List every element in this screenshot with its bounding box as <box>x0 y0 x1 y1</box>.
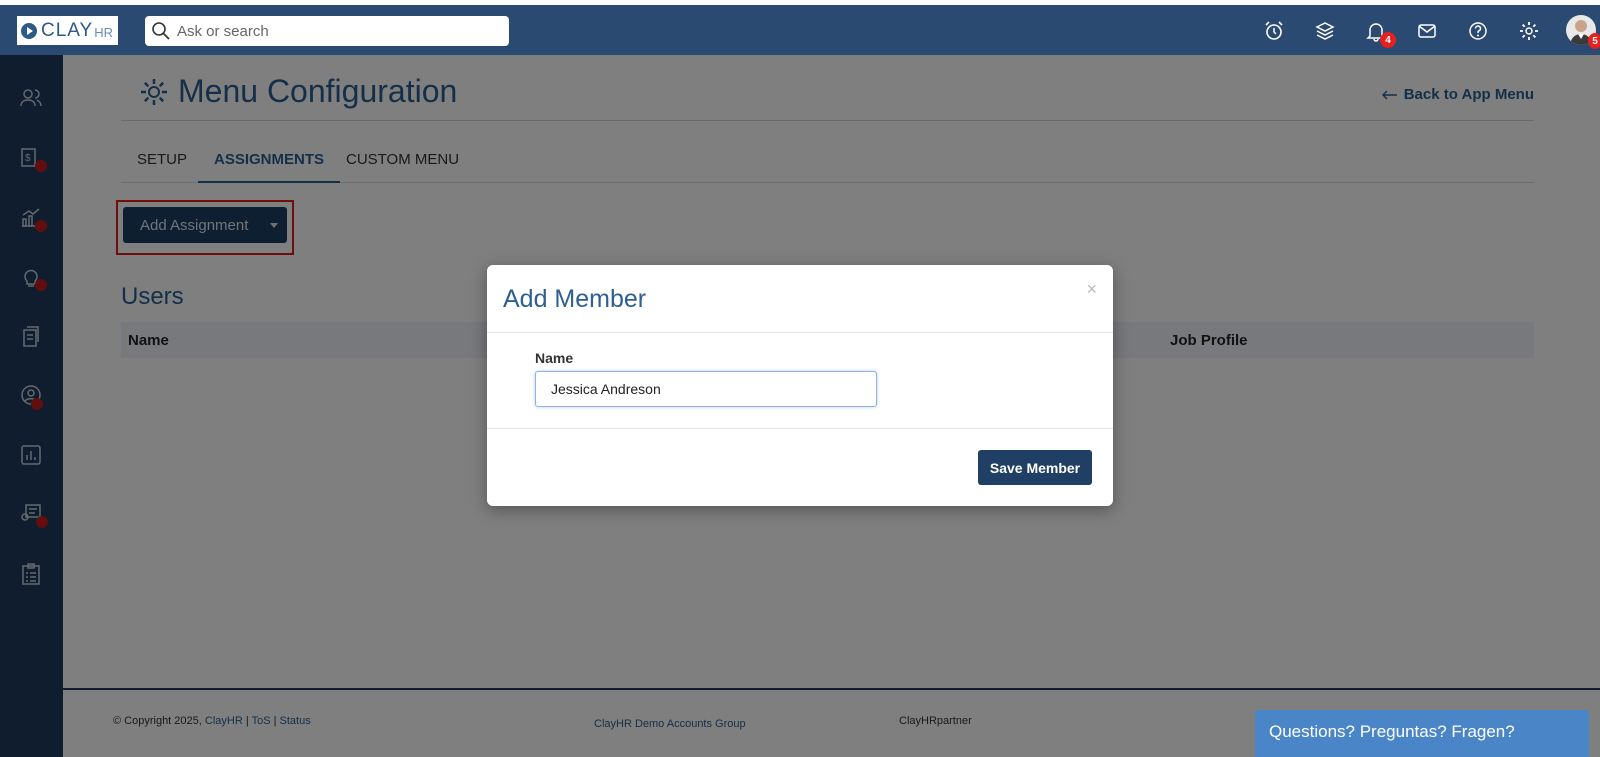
search-box[interactable] <box>145 16 509 46</box>
modal-title: Add Member <box>503 285 647 313</box>
add-member-modal: Add Member × Name Save Member <box>487 265 1113 506</box>
search-input[interactable] <box>177 22 477 40</box>
layers-icon[interactable] <box>1313 19 1337 43</box>
modal-divider <box>487 332 1113 333</box>
notification-badge: 4 <box>1380 32 1396 48</box>
name-field[interactable] <box>535 371 877 407</box>
name-field-label: Name <box>535 350 574 366</box>
logo-sub: HR <box>94 25 114 40</box>
alarm-icon[interactable] <box>1262 19 1286 43</box>
logo-main: CLAY <box>41 19 94 41</box>
help-icon[interactable] <box>1466 19 1490 43</box>
top-bar: CLAY HR 4 5 <box>0 5 1600 55</box>
chat-widget-button[interactable]: Questions? Preguntas? Fragen? <box>1255 710 1589 757</box>
save-member-button[interactable]: Save Member <box>978 450 1092 485</box>
clayhr-logo[interactable]: CLAY HR <box>17 16 118 45</box>
close-icon[interactable]: × <box>1086 279 1097 300</box>
avatar-badge: 5 <box>1588 33 1600 49</box>
logo-mark-icon <box>21 22 37 39</box>
gear-icon[interactable] <box>1517 19 1541 43</box>
modal-divider <box>487 428 1113 429</box>
search-icon <box>152 22 170 40</box>
mail-icon[interactable] <box>1415 19 1439 43</box>
